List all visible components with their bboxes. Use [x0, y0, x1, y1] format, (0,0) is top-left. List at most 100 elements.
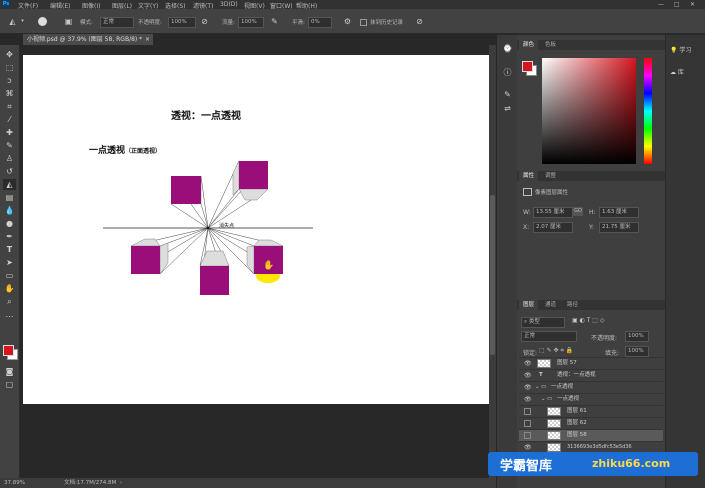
- tab-layers[interactable]: 图层: [519, 300, 539, 310]
- layer-row-selected[interactable]: 图层 58: [519, 429, 663, 441]
- hue-slider[interactable]: [644, 58, 652, 164]
- blur-tool-icon[interactable]: 💧: [3, 205, 16, 216]
- tab-swatches[interactable]: 色板: [541, 40, 560, 50]
- brush-tool-icon[interactable]: ✎: [3, 140, 16, 151]
- status-arrow-icon[interactable]: ›: [120, 478, 122, 488]
- menu-item-3d[interactable]: 3D(D): [220, 1, 238, 8]
- eraser-tool-icon[interactable]: ◭: [8, 17, 17, 26]
- layer-opacity-label: 不透明度:: [591, 335, 618, 342]
- quick-mask-icon[interactable]: ◙: [3, 366, 16, 377]
- foreground-color-swatch[interactable]: [3, 345, 14, 356]
- shape-tool-icon[interactable]: ▭: [3, 270, 16, 281]
- visibility-checkbox[interactable]: [524, 432, 531, 439]
- layers-panel-tabs: 图层 通道 路径: [517, 300, 665, 310]
- tab-channels[interactable]: 通道: [541, 300, 560, 310]
- panel-foreground-swatch[interactable]: [522, 61, 533, 72]
- brush-panel-icon[interactable]: ▣: [64, 17, 73, 26]
- gear-icon[interactable]: ⚙: [343, 17, 352, 26]
- status-bar: 37.89% 文档:17.7M/274.8M ›: [0, 478, 496, 488]
- pressure-size-icon[interactable]: ⊘: [415, 17, 424, 26]
- visibility-checkbox[interactable]: [524, 408, 531, 415]
- link-dimensions-button[interactable]: GO: [573, 207, 583, 216]
- tab-properties[interactable]: 属性: [519, 171, 539, 181]
- eye-icon[interactable]: 👁: [524, 394, 532, 405]
- close-window-button[interactable]: ✕: [690, 1, 695, 8]
- lasso-tool-icon[interactable]: ↄ: [3, 75, 16, 86]
- eraser-tool-icon[interactable]: ◭: [3, 179, 16, 190]
- path-select-tool-icon[interactable]: ➤: [3, 257, 16, 268]
- fill-field[interactable]: 100%: [625, 346, 649, 357]
- crop-tool-icon[interactable]: ⌗: [3, 101, 16, 112]
- close-tab-icon[interactable]: ×: [145, 34, 150, 45]
- mode-select[interactable]: 正常: [100, 17, 134, 28]
- x-field[interactable]: 2.07 厘米: [533, 222, 573, 233]
- pressure-opacity-icon[interactable]: ⊘: [200, 17, 209, 26]
- zoom-level[interactable]: 37.89%: [4, 478, 25, 488]
- gradient-tool-icon[interactable]: ▤: [3, 192, 16, 203]
- learn-item[interactable]: 💡 学习: [670, 45, 691, 54]
- more-tools-icon[interactable]: …: [3, 309, 16, 320]
- blend-mode-select[interactable]: 正常: [521, 331, 577, 342]
- visibility-checkbox[interactable]: [524, 420, 531, 427]
- screen-mode-icon[interactable]: ▢: [3, 379, 16, 390]
- hand-tool-icon[interactable]: ✋: [3, 283, 16, 294]
- history-panel-icon[interactable]: ⌚: [501, 43, 514, 54]
- chevron-down-icon[interactable]: ⌄: [535, 382, 540, 393]
- layer-row[interactable]: 👁 图层 57: [519, 357, 663, 369]
- tab-paths[interactable]: 路径: [563, 300, 582, 310]
- y-field[interactable]: 21.75 厘米: [599, 222, 639, 233]
- zoom-tool-icon[interactable]: ⌕: [3, 296, 16, 307]
- adjust-icon[interactable]: ⇌: [501, 103, 514, 114]
- document-tab[interactable]: 小视频.psd @ 37.9% (图层 58, RGB/8) * ×: [23, 34, 153, 45]
- pen-tool-icon[interactable]: ✒: [3, 231, 16, 242]
- marquee-tool-icon[interactable]: ⬚: [3, 62, 16, 73]
- eyedropper-tool-icon[interactable]: ⁄: [3, 114, 16, 125]
- move-tool-icon[interactable]: ✥: [3, 49, 16, 60]
- vanishing-point-label: 消失点: [219, 223, 235, 229]
- airbrush-icon[interactable]: ✎: [270, 17, 279, 26]
- document-canvas[interactable]: 透视：一点透视 一点透视（正面透视） 消失点 ✋: [23, 55, 489, 404]
- smooth-field[interactable]: 0%: [308, 17, 332, 28]
- layer-opacity-field[interactable]: 100%: [625, 331, 649, 342]
- tab-color[interactable]: 颜色: [519, 40, 539, 50]
- eye-icon[interactable]: 👁: [524, 370, 532, 381]
- layer-row[interactable]: 👁 ⌄ ▭ 一点透视: [519, 381, 663, 393]
- layer-row[interactable]: 图层 61: [519, 405, 663, 417]
- brush-preset-picker[interactable]: [38, 17, 47, 26]
- eye-icon[interactable]: 👁: [524, 382, 532, 393]
- chevron-down-icon[interactable]: ▾: [18, 17, 27, 26]
- library-item[interactable]: ☁ 库: [670, 67, 684, 76]
- tab-adjustments[interactable]: 调整: [541, 171, 560, 181]
- history-brush-tool-icon[interactable]: ↺: [3, 166, 16, 177]
- lock-icons[interactable]: ⬚ ✎ ✥ ⌗ 🔒: [539, 347, 573, 355]
- dodge-tool-icon[interactable]: ●: [3, 218, 16, 229]
- chevron-down-icon[interactable]: ⌄: [541, 394, 546, 405]
- opacity-field[interactable]: 100%: [168, 17, 196, 28]
- layer-thumbnail: [547, 419, 561, 428]
- scroll-thumb[interactable]: [490, 195, 495, 355]
- flow-field[interactable]: 100%: [238, 17, 264, 28]
- layer-filter-kind[interactable]: ⌕ 类型: [521, 317, 565, 328]
- h-field[interactable]: 1.63 厘米: [599, 207, 639, 218]
- layer-row[interactable]: 👁 T 透视：一点透视: [519, 369, 663, 381]
- color-field[interactable]: [542, 58, 636, 164]
- w-field[interactable]: 13.55 厘米: [533, 207, 573, 218]
- pixel-layer-icon: [523, 188, 532, 196]
- info-panel-icon[interactable]: ⓘ: [501, 67, 514, 78]
- type-tool-icon[interactable]: T: [3, 244, 16, 255]
- cube-top-right: [239, 161, 268, 189]
- healing-tool-icon[interactable]: ✚: [3, 127, 16, 138]
- minimize-button[interactable]: —: [658, 1, 664, 8]
- layer-row[interactable]: 👁 ⌄ ▭ 一点透视: [519, 393, 663, 405]
- ps-logo[interactable]: Ps: [2, 0, 10, 8]
- erase-history-checkbox[interactable]: [360, 19, 367, 26]
- library-icon: ☁: [670, 69, 676, 76]
- brush-settings-icon[interactable]: ✎: [501, 89, 514, 100]
- stamp-tool-icon[interactable]: ♙: [3, 153, 16, 164]
- restore-button[interactable]: □: [674, 1, 680, 8]
- vertical-scrollbar[interactable]: [489, 45, 496, 478]
- quick-select-tool-icon[interactable]: ⌘: [3, 88, 16, 99]
- eye-icon[interactable]: 👁: [524, 358, 532, 369]
- layer-filter-icons[interactable]: ▣ ◐ T ⬚ ◇: [572, 317, 604, 324]
- layer-row[interactable]: 图层 62: [519, 417, 663, 429]
